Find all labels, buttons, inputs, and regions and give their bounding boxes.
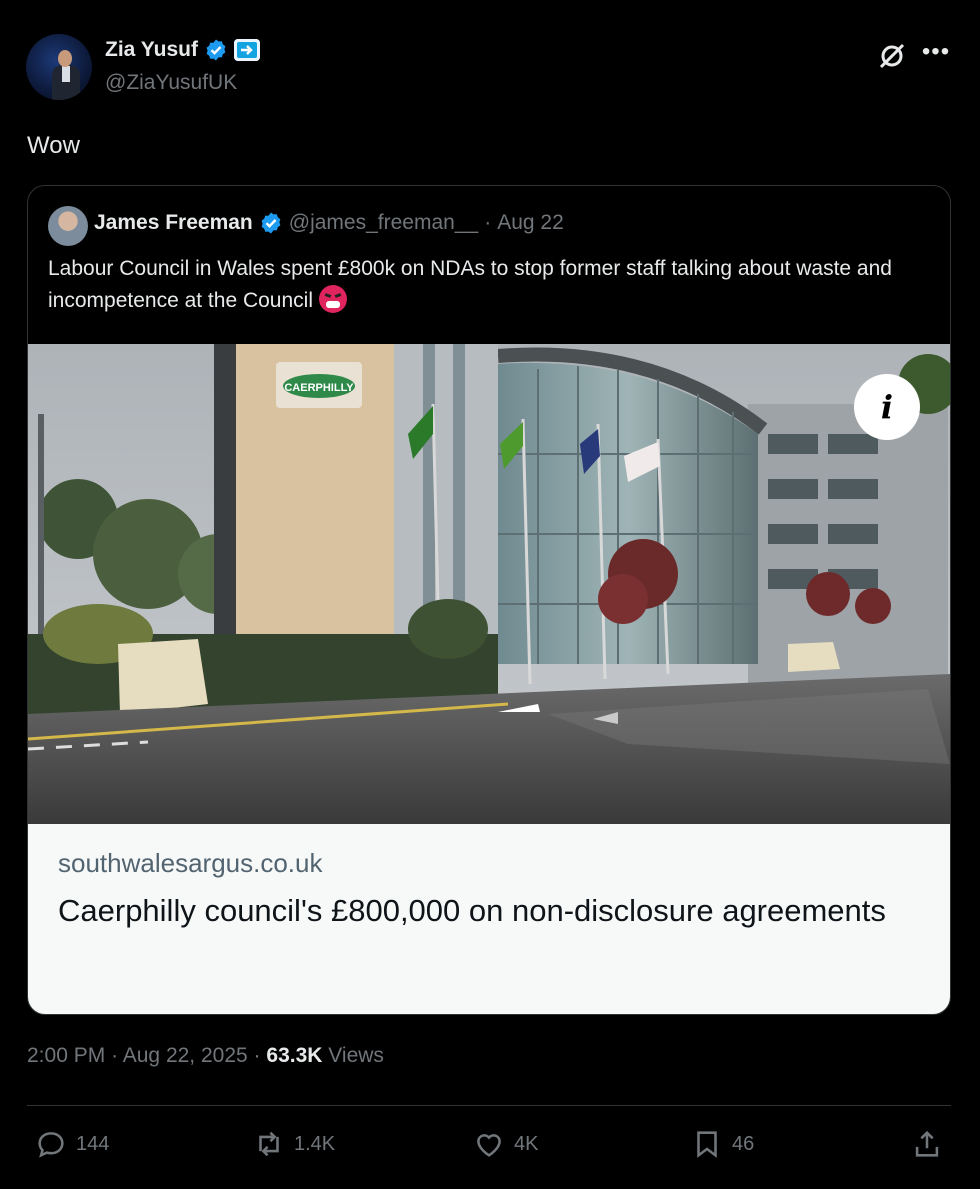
repost-icon [259, 1131, 279, 1157]
info-icon[interactable]: i [854, 374, 920, 440]
bookmark-button[interactable]: 46 [690, 1124, 754, 1164]
quoted-author-avatar[interactable] [48, 206, 88, 246]
like-button[interactable]: 4K [472, 1124, 538, 1164]
link-card-image[interactable]: CAERPHILLY i [28, 344, 950, 824]
quoted-author-handle[interactable]: @james_freeman__ [289, 211, 478, 235]
bookmark-count: 46 [732, 1132, 755, 1155]
quoted-text-body: Labour Council in Wales spent £800k on N… [48, 257, 892, 312]
quoted-text: Labour Council in Wales spent £800k on N… [48, 253, 928, 317]
affiliation-badge-icon[interactable] [233, 39, 260, 61]
like-count: 4K [514, 1132, 539, 1155]
quoted-verified-badge-icon [261, 212, 281, 234]
heart-icon [477, 1134, 501, 1157]
author-name-row[interactable]: Zia Yusuf [105, 38, 260, 62]
angry-face-emoji-icon [318, 285, 347, 313]
grok-icon[interactable] [876, 40, 908, 72]
author-avatar[interactable] [26, 34, 92, 100]
reply-icon [38, 1132, 64, 1158]
views-count: 63.3K [266, 1044, 323, 1067]
quoted-author-row: James Freeman @james_freeman__ · Aug 22 [94, 211, 564, 235]
tweet-meta: 2:00 PM · Aug 22, 2025 · 63.3K Views [27, 1044, 384, 1068]
quoted-tweet-card[interactable]: James Freeman @james_freeman__ · Aug 22 … [27, 185, 951, 1015]
quoted-separator: · [484, 211, 492, 234]
tweet-text: Wow [27, 132, 80, 159]
repost-button[interactable]: 1.4K [252, 1124, 335, 1164]
building-photo: CAERPHILLY [28, 344, 950, 824]
link-title[interactable]: Caerphilly council's £800,000 on non-dis… [58, 890, 918, 932]
bookmark-icon [697, 1131, 717, 1158]
sign-text: CAERPHILLY [284, 382, 354, 394]
reply-button[interactable]: 144 [34, 1124, 109, 1164]
divider [27, 1105, 951, 1106]
more-options-icon[interactable]: ••• [920, 38, 952, 66]
meta-separator-2: · [253, 1044, 261, 1067]
link-card-footer[interactable]: southwalesargus.co.uk Caerphilly council… [28, 824, 950, 1014]
tweet-time[interactable]: 2:00 PM [27, 1044, 105, 1067]
tweet-date[interactable]: Aug 22, 2025 [123, 1044, 248, 1067]
meta-separator: · [111, 1044, 119, 1067]
repost-count: 1.4K [294, 1132, 336, 1155]
quoted-date[interactable]: Aug 22 [497, 211, 564, 235]
views-label: Views [328, 1044, 384, 1067]
quoted-author-name[interactable]: James Freeman [94, 211, 253, 235]
author-handle[interactable]: @ZiaYusufUK [105, 71, 237, 95]
share-button[interactable] [910, 1124, 944, 1164]
link-domain[interactable]: southwalesargus.co.uk [58, 848, 322, 879]
reply-count: 144 [76, 1132, 110, 1155]
verified-badge-icon [206, 39, 226, 61]
author-name[interactable]: Zia Yusuf [105, 38, 198, 62]
share-icon [915, 1130, 939, 1157]
